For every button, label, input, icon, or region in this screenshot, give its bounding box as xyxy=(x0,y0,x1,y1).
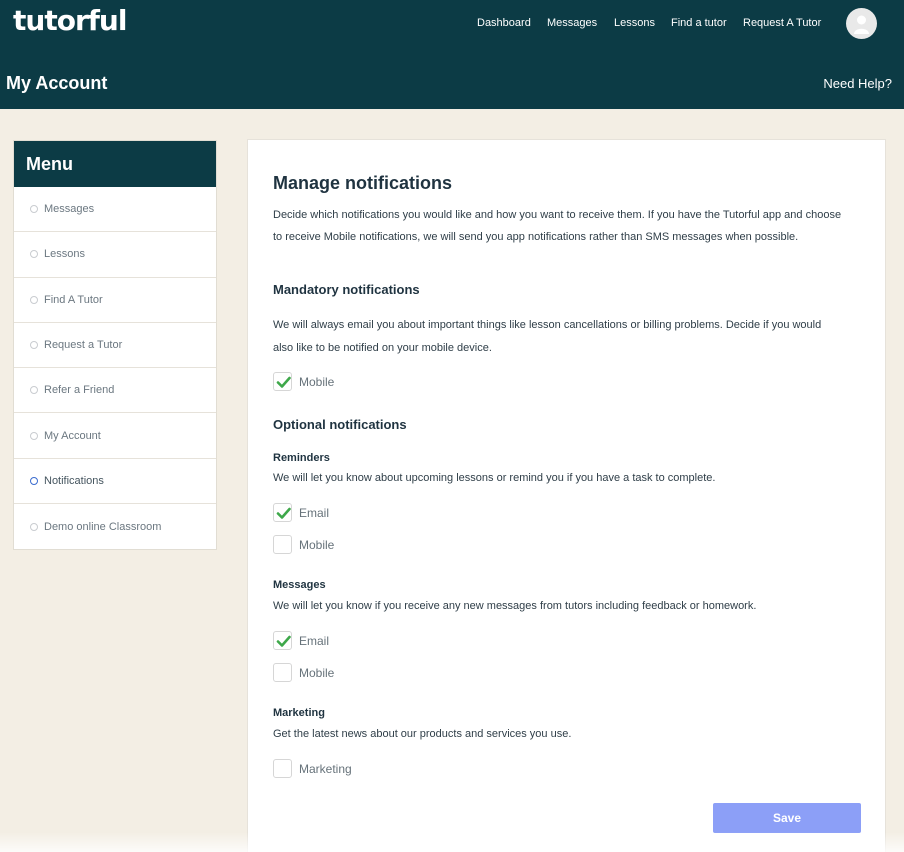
circle-icon xyxy=(30,522,38,531)
reminders-email-checkbox[interactable]: Email xyxy=(273,503,329,522)
checkbox-label: Mobile xyxy=(299,374,335,389)
checkbox-box[interactable] xyxy=(273,663,292,682)
need-help-link[interactable]: Need Help? xyxy=(823,76,892,91)
user-avatar-icon[interactable] xyxy=(846,8,877,39)
mandatory-title: Mandatory notifications xyxy=(273,282,420,297)
sidebar-item-label: Demo online Classroom xyxy=(44,520,162,533)
reminders-desc: We will let you know about upcoming less… xyxy=(273,472,716,484)
sidebar-item-find-a-tutor[interactable]: Find A Tutor xyxy=(14,278,216,323)
reminders-mobile-checkbox[interactable]: Mobile xyxy=(273,535,334,554)
mandatory-desc-1: We will always email you about important… xyxy=(273,319,822,331)
circle-icon xyxy=(30,341,38,350)
save-button[interactable]: Save xyxy=(713,803,861,833)
reminders-title: Reminders xyxy=(273,452,330,464)
checkbox-box[interactable] xyxy=(273,759,292,778)
checkbox-box[interactable] xyxy=(273,503,292,522)
sidebar-item-request-a-tutor[interactable]: Request a Tutor xyxy=(14,323,216,369)
marketing-title: Marketing xyxy=(273,707,325,719)
nav-find-a-tutor[interactable]: Find a tutor xyxy=(671,17,727,29)
circle-icon xyxy=(30,476,38,485)
circle-icon xyxy=(30,295,38,304)
sidebar-menu: Menu Messages Lessons Find A Tutor Reque… xyxy=(13,140,217,550)
sidebar-item-lessons[interactable]: Lessons xyxy=(14,232,216,278)
messages-desc: We will let you know if you receive any … xyxy=(273,600,757,612)
messages-email-checkbox[interactable]: Email xyxy=(273,631,329,650)
circle-icon xyxy=(30,431,38,440)
nav-dashboard[interactable]: Dashboard xyxy=(477,17,531,29)
checkmark-icon xyxy=(276,635,291,647)
sidebar-item-my-account[interactable]: My Account xyxy=(14,413,216,459)
sidebar-item-label: Messages xyxy=(44,203,95,216)
checkbox-box[interactable] xyxy=(273,372,292,391)
menu-title: Menu xyxy=(14,141,216,187)
checkbox-label: Mobile xyxy=(299,537,335,552)
checkmark-icon xyxy=(276,376,291,388)
optional-title: Optional notifications xyxy=(273,417,407,432)
nav-messages[interactable]: Messages xyxy=(547,17,597,29)
checkbox-label: Mobile xyxy=(299,665,335,680)
sidebar-item-refer-a-friend[interactable]: Refer a Friend xyxy=(14,368,216,414)
sidebar-item-label: Request a Tutor xyxy=(44,339,123,352)
sidebar-item-label: Refer a Friend xyxy=(44,384,115,397)
checkbox-label: Marketing xyxy=(299,761,352,776)
checkmark-icon xyxy=(276,507,291,519)
messages-title: Messages xyxy=(273,579,326,591)
circle-icon xyxy=(30,386,38,395)
mandatory-desc-2: also like to be notified on your mobile … xyxy=(273,342,492,354)
sidebar-item-label: Lessons xyxy=(44,248,85,261)
intro-line-1: Decide which notifications you would lik… xyxy=(273,209,842,221)
intro-line-2: to receive Mobile notifications, we will… xyxy=(273,231,799,243)
page-title: My Account xyxy=(6,73,108,93)
marketing-desc: Get the latest news about our products a… xyxy=(273,728,572,740)
checkbox-box[interactable] xyxy=(273,631,292,650)
circle-icon xyxy=(30,205,38,214)
main-nav: Dashboard Messages Lessons Find a tutor … xyxy=(0,17,904,31)
sidebar-item-label: Find A Tutor xyxy=(44,293,103,306)
messages-mobile-checkbox[interactable]: Mobile xyxy=(273,663,334,682)
sidebar-item-demo-online-classroom[interactable]: Demo online Classroom xyxy=(14,504,216,549)
sidebar-item-messages[interactable]: Messages xyxy=(14,187,216,233)
checkbox-box[interactable] xyxy=(273,535,292,554)
top-header: tutorful Dashboard Messages Lessons Find… xyxy=(0,0,904,109)
sidebar-item-label: My Account xyxy=(44,429,101,442)
notifications-panel: Manage notifications Decide which notifi… xyxy=(247,139,886,852)
sidebar-item-notifications[interactable]: Notifications xyxy=(14,459,216,505)
section-title: Manage notifications xyxy=(273,173,453,193)
nav-request-a-tutor[interactable]: Request A Tutor xyxy=(743,17,821,29)
checkbox-label: Email xyxy=(299,505,330,520)
mandatory-mobile-checkbox[interactable]: Mobile xyxy=(273,372,334,391)
nav-lessons[interactable]: Lessons xyxy=(614,17,655,29)
marketing-checkbox[interactable]: Marketing xyxy=(273,759,352,778)
checkbox-label: Email xyxy=(299,633,330,648)
sidebar-item-label: Notifications xyxy=(44,474,104,487)
circle-icon xyxy=(30,250,38,259)
